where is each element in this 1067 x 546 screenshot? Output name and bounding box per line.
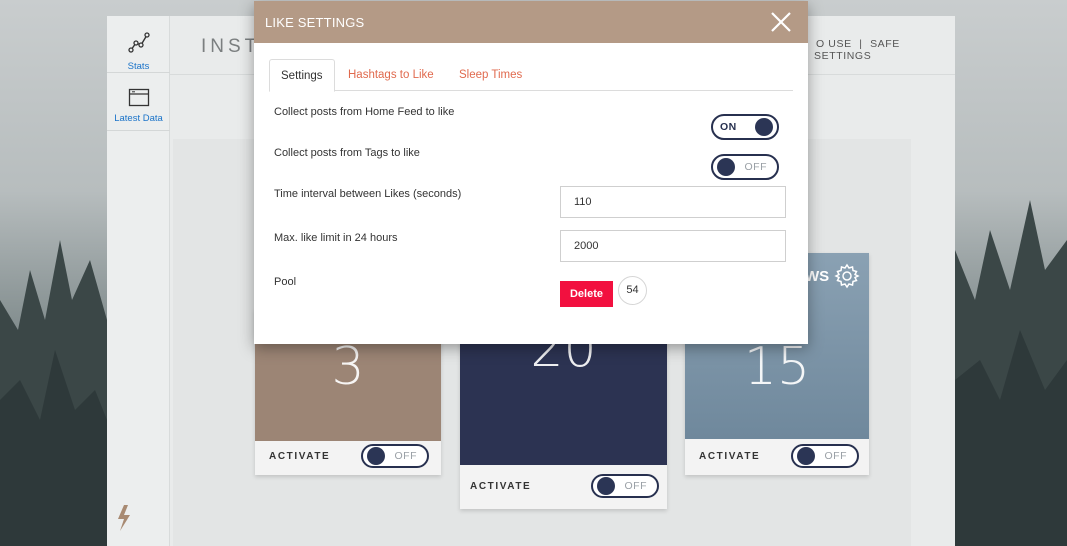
pool-count-badge: 54	[618, 276, 647, 305]
dialog-header: LIKE SETTINGS	[254, 1, 808, 43]
toggle-knob	[367, 447, 385, 465]
card-count: 15	[743, 337, 811, 397]
activate-label: ACTIVATE	[699, 451, 761, 462]
window-icon	[128, 88, 150, 107]
toggle-state: OFF	[394, 450, 417, 462]
like-settings-dialog: LIKE SETTINGS Settings Hashtags to Like …	[254, 1, 808, 344]
card-count: 3	[331, 337, 365, 397]
sidebar-item-label: Latest Data	[114, 113, 163, 124]
limit-label: Max. like limit in 24 hours	[274, 232, 398, 244]
tab-hashtags-to-like[interactable]: Hashtags to Like	[348, 59, 434, 92]
activate-label: ACTIVATE	[470, 481, 532, 492]
toggle-knob	[717, 158, 735, 176]
header-separator: |	[859, 38, 863, 50]
interval-label: Time interval between Likes (seconds)	[274, 188, 462, 200]
activate-toggle[interactable]: OFF	[591, 474, 659, 498]
tab-sleep-times[interactable]: Sleep Times	[459, 59, 522, 92]
settings-tabs: Settings Hashtags to Like Sleep Times	[269, 59, 793, 92]
toggle-knob	[597, 477, 615, 495]
activate-toggle[interactable]: OFF	[791, 444, 859, 468]
toggle-state: OFF	[824, 450, 847, 462]
interval-input[interactable]: 110	[560, 186, 786, 218]
activate-label: ACTIVATE	[269, 451, 331, 462]
tab-settings[interactable]: Settings	[269, 59, 335, 92]
tags-label: Collect posts from Tags to like	[274, 147, 420, 159]
sidebar: Stats Latest Data	[107, 16, 170, 546]
header-links: O USE | SAFE SETTINGS	[814, 38, 955, 62]
dialog-title: LIKE SETTINGS	[265, 15, 365, 30]
toggle-knob	[797, 447, 815, 465]
lightning-icon[interactable]	[115, 504, 133, 532]
gear-icon[interactable]	[834, 263, 860, 289]
close-icon[interactable]	[768, 9, 794, 35]
sidebar-item-stats[interactable]: Stats	[107, 16, 170, 73]
delete-pool-button[interactable]: Delete	[560, 281, 613, 307]
tags-toggle[interactable]: OFF	[711, 154, 779, 180]
toggle-knob	[755, 118, 773, 136]
how-to-use-link[interactable]: O USE	[816, 38, 852, 50]
toggle-state: ON	[720, 121, 737, 133]
toggle-state: OFF	[744, 161, 767, 173]
sidebar-item-latest-data[interactable]: Latest Data	[107, 74, 170, 131]
home-feed-label: Collect posts from Home Feed to like	[274, 106, 455, 118]
pool-label: Pool	[274, 276, 297, 288]
sidebar-item-label: Stats	[127, 61, 150, 72]
card-title: WS	[805, 268, 830, 285]
toggle-state: OFF	[624, 480, 647, 492]
stats-graph-icon	[128, 32, 150, 53]
like-limit-input[interactable]: 2000	[560, 230, 786, 262]
home-feed-toggle[interactable]: ON	[711, 114, 779, 140]
page-title: INST	[201, 36, 261, 57]
activate-toggle[interactable]: OFF	[361, 444, 429, 468]
